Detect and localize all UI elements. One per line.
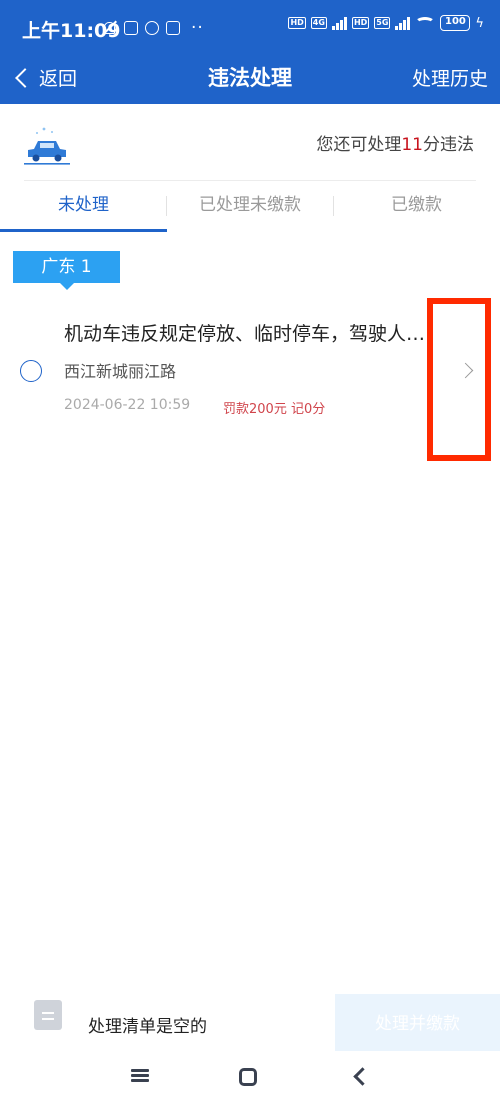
quota-number: 11	[401, 135, 423, 155]
charging-icon: ϟ	[475, 15, 484, 31]
quota-prefix: 您还可处理	[316, 135, 402, 155]
violation-item[interactable]: 机动车违反规定停放、临时停车，驾驶人不在现场 西江新城丽江路 2024-06-2…	[0, 305, 500, 425]
violation-location: 西江新城丽江路	[64, 362, 177, 381]
hd-icon-2: HD	[351, 17, 370, 29]
shop-notification-icon	[166, 21, 180, 35]
quota-row: 您还可处理11分违法	[0, 106, 500, 180]
system-nav-bar	[0, 1051, 500, 1097]
tab-processed-unpaid[interactable]: 已处理未缴款	[167, 182, 333, 232]
signal-icon	[331, 16, 347, 30]
nav-bar: 返回 违法处理 处理历史	[0, 52, 500, 104]
divider	[24, 180, 476, 181]
status-bar: 上午11:09 ·· HD 4G HD 5G 100 ϟ	[0, 0, 500, 52]
empty-list-text: 处理清单是空的	[88, 1017, 207, 1037]
tab-paid[interactable]: 已缴款	[333, 182, 500, 232]
tab-indicator	[0, 229, 167, 232]
list-icon	[34, 1000, 62, 1030]
wifi-icon	[415, 17, 436, 29]
status-left-icons: ··	[101, 18, 204, 38]
violation-fine: 罚款200元 记0分	[223, 402, 326, 417]
battery-icon: 100	[440, 15, 471, 31]
chevron-left-icon	[15, 67, 35, 88]
network-4g-icon: 4G	[310, 17, 327, 29]
bottom-bar: 处理清单是空的 处理并缴款	[0, 994, 500, 1051]
back-button[interactable]: 返回	[12, 64, 77, 91]
menu-icon[interactable]	[131, 1069, 149, 1083]
quota-suffix: 分违法	[423, 135, 474, 155]
home-icon[interactable]	[239, 1068, 257, 1086]
quota-text: 您还可处理11分违法	[316, 130, 474, 155]
app-header: 上午11:09 ·· HD 4G HD 5G 100 ϟ 返回 违法处理 处理历…	[0, 0, 500, 104]
network-5g-icon: 5G	[374, 17, 391, 29]
select-radio[interactable]	[20, 360, 42, 382]
back-label: 返回	[39, 68, 78, 90]
violation-datetime: 2024-06-22 10:59	[64, 397, 191, 413]
region-tag: 广东 1	[13, 251, 120, 290]
status-right-icons: HD 4G HD 5G 100 ϟ	[288, 15, 484, 31]
car-icon	[24, 127, 70, 165]
history-button[interactable]: 处理历史	[412, 64, 488, 91]
app-notification-icon	[124, 21, 138, 35]
highlight-box	[427, 298, 491, 461]
chat-notification-icon	[145, 21, 159, 35]
tab-unprocessed[interactable]: 未处理	[0, 182, 167, 232]
system-back-icon[interactable]	[353, 1067, 372, 1086]
more-notifications-icon: ··	[191, 18, 204, 38]
process-and-pay-button[interactable]: 处理并缴款	[335, 994, 500, 1051]
signal-icon-2	[395, 16, 411, 30]
violation-title: 机动车违反规定停放、临时停车，驾驶人不在现场	[64, 323, 430, 345]
tab-bar: 未处理 已处理未缴款 已缴款	[0, 182, 500, 232]
mute-icon	[101, 20, 117, 36]
hd-icon: HD	[288, 17, 306, 29]
